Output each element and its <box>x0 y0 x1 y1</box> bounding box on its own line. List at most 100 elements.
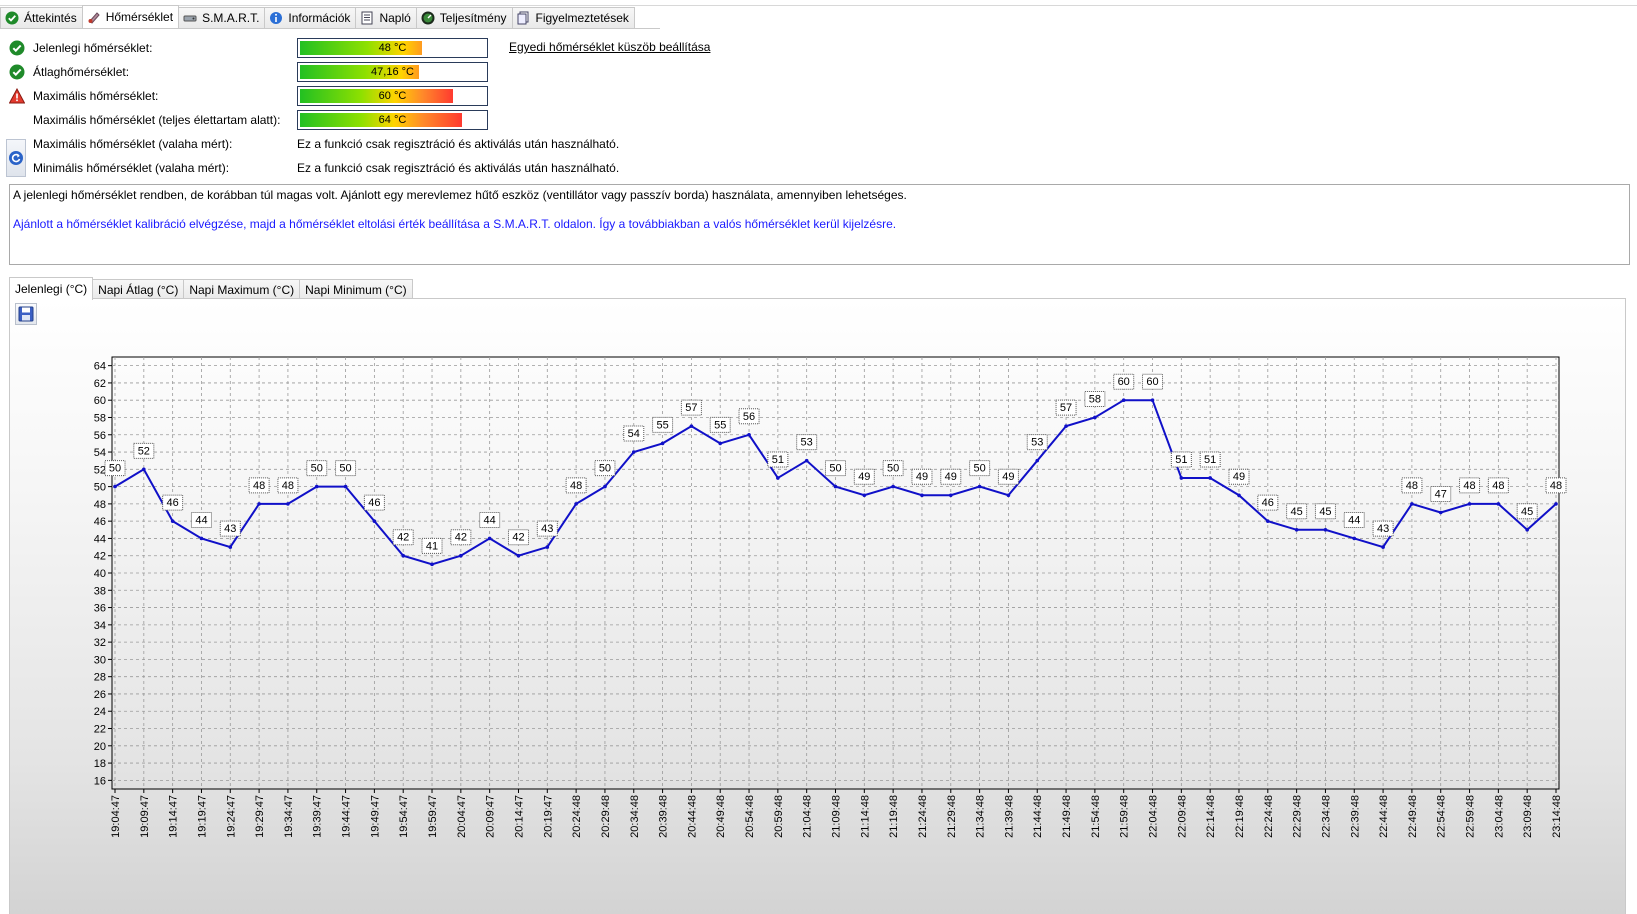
tab-information[interactable]: Információk <box>264 7 357 28</box>
x-tick-label: 22:44:48 <box>1378 795 1390 838</box>
data-point <box>430 562 434 567</box>
data-point <box>1035 458 1040 463</box>
y-tick-label: 52 <box>94 464 106 476</box>
status-message: A jelenlegi hőmérséklet rendben, de korá… <box>13 188 907 202</box>
y-tick-label: 62 <box>94 378 106 390</box>
x-tick-label: 22:34:48 <box>1320 795 1332 838</box>
data-label: 46 <box>1262 497 1274 509</box>
data-label: 49 <box>1002 471 1014 483</box>
data-point <box>1467 502 1472 506</box>
x-tick-label: 21:24:48 <box>917 795 929 838</box>
x-tick-label: 22:14:48 <box>1205 795 1217 838</box>
x-tick-label: 19:44:47 <box>341 795 353 838</box>
data-label: 51 <box>1175 454 1187 466</box>
x-tick-label: 20:34:48 <box>629 795 641 838</box>
data-point <box>1323 528 1328 532</box>
data-label: 48 <box>1463 480 1475 492</box>
data-point <box>891 484 895 489</box>
data-label: 48 <box>253 480 265 492</box>
data-label: 57 <box>1060 402 1072 414</box>
tab-chart-daily-minimum[interactable]: Napi Minimum (°C) <box>299 279 413 300</box>
y-tick-label: 16 <box>94 775 106 787</box>
data-point <box>1150 398 1155 402</box>
average-temp-row: Átlaghőmérséklet: 47,16 °C <box>0 62 600 82</box>
temperature-chart: 1618202224262830323436384042444648505254… <box>94 356 1567 838</box>
data-label: 50 <box>109 463 121 475</box>
data-label: 60 <box>1118 376 1130 388</box>
tab-chart-daily-average[interactable]: Napi Átlag (°C) <box>92 279 185 300</box>
tab-overview[interactable]: Áttekintés <box>0 7 83 28</box>
x-tick-label: 22:54:48 <box>1436 795 1448 838</box>
data-label: 49 <box>858 471 870 483</box>
x-tick-label: 22:29:48 <box>1292 795 1304 838</box>
lifetime-max-row: Maximális hőmérséklet (teljes élettartam… <box>0 110 600 130</box>
data-point <box>228 545 233 549</box>
tab-performance[interactable]: Teljesítmény <box>415 7 513 28</box>
data-label: 46 <box>167 497 179 509</box>
data-point <box>1093 415 1097 420</box>
alerts-icon <box>517 11 528 25</box>
ever-max-value: Ez a funkció csak regisztráció és aktivá… <box>297 137 620 151</box>
tab-label: Hőmérséklet <box>105 10 174 24</box>
tab-chart-current[interactable]: Jelenlegi (°C) <box>9 277 94 300</box>
x-tick-label: 19:39:47 <box>312 795 324 838</box>
tab-log[interactable]: Napló <box>355 7 417 28</box>
thermometer-icon <box>88 12 100 24</box>
y-tick-label: 56 <box>94 430 106 442</box>
x-tick-label: 23:04:48 <box>1493 795 1505 838</box>
current-temp-value: 48 °C <box>378 42 407 54</box>
ever-max-row: Maximális hőmérséklet (valaha mért): Ez … <box>0 134 700 154</box>
data-label: 53 <box>1031 437 1043 449</box>
y-tick-label: 32 <box>94 637 106 649</box>
ok-status-icon <box>9 64 25 80</box>
data-point <box>1352 536 1357 541</box>
x-tick-label: 19:14:47 <box>168 795 180 838</box>
tab-alerts[interactable]: Figyelmeztetések <box>511 7 635 28</box>
x-tick-label: 20:04:47 <box>456 795 468 838</box>
threshold-settings-link[interactable]: Egyedi hőmérséklet küszöb beállítása <box>509 40 710 54</box>
data-point <box>1121 398 1126 402</box>
data-label: 48 <box>1406 480 1418 492</box>
x-tick-label: 20:14:47 <box>513 795 525 838</box>
data-point <box>1410 502 1414 506</box>
average-temp-label: Átlaghőmérséklet: <box>33 65 130 79</box>
data-point <box>574 502 578 506</box>
data-label: 50 <box>311 463 323 475</box>
tab-chart-daily-maximum[interactable]: Napi Maximum (°C) <box>183 279 301 300</box>
x-tick-label: 21:59:48 <box>1119 795 1131 838</box>
x-tick-label: 22:39:48 <box>1349 795 1361 838</box>
tab-temperature[interactable]: Hőmérséklet <box>81 5 180 28</box>
data-point <box>545 545 550 549</box>
data-label: 56 <box>743 411 755 423</box>
chart-panel: 16 18 20 22 24 26 28 30 32 34 36 38 40 42 44 46 48 50 52 54… <box>9 298 1626 914</box>
data-point <box>948 493 953 498</box>
tab-bar-underline <box>0 28 660 29</box>
y-tick-label: 26 <box>94 689 106 701</box>
data-label: 41 <box>426 540 438 552</box>
data-point <box>1179 476 1184 480</box>
data-point <box>487 536 492 541</box>
y-tick-label: 50 <box>94 482 106 494</box>
x-tick-label: 20:24:48 <box>571 795 583 838</box>
data-label: 55 <box>656 419 668 431</box>
main-tab-bar: Áttekintés Hőmérséklet S.M.A.R.T. Inform… <box>0 5 635 29</box>
tab-smart[interactable]: S.M.A.R.T. <box>178 7 266 28</box>
x-tick-label: 20:59:48 <box>773 795 785 838</box>
ever-min-row: Minimális hőmérséklet (valaha mért): Ez … <box>0 158 700 178</box>
data-point <box>516 553 521 558</box>
data-point <box>804 458 809 463</box>
data-label: 44 <box>195 514 207 526</box>
message-box: A jelenlegi hőmérséklet rendben, de korá… <box>9 184 1630 265</box>
data-point <box>833 484 838 489</box>
window-top-edge <box>0 0 1637 6</box>
data-point <box>747 432 751 437</box>
tab-label: S.M.A.R.T. <box>202 11 260 25</box>
data-label: 46 <box>368 497 380 509</box>
data-label: 45 <box>1290 506 1302 518</box>
x-tick-label: 20:49:48 <box>715 795 727 838</box>
data-point <box>170 519 175 523</box>
y-tick-label: 18 <box>94 758 106 770</box>
x-tick-label: 21:09:48 <box>831 795 843 838</box>
log-icon <box>361 11 373 25</box>
x-tick-label: 21:04:48 <box>802 795 814 838</box>
